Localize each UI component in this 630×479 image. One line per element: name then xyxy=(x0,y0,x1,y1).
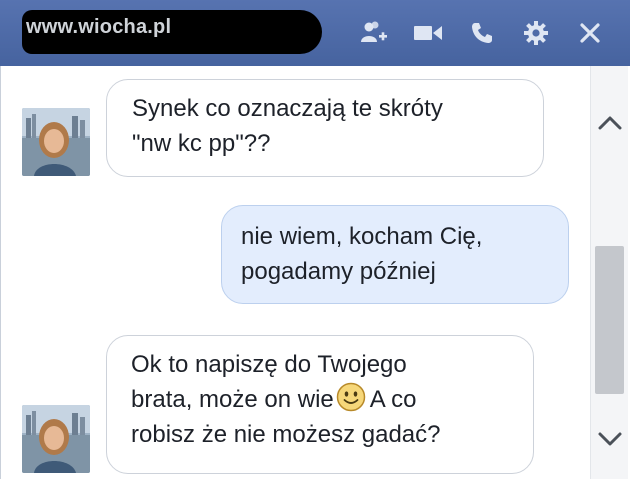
message-bubble-received: Synek co oznaczają te skróty "nw kc pp"?… xyxy=(106,79,544,177)
message-line: nie wiem, kocham Cię, xyxy=(241,223,483,250)
voice-call-icon[interactable] xyxy=(464,19,500,47)
contact-avatar[interactable] xyxy=(22,405,90,473)
titlebar-actions xyxy=(338,19,608,47)
message-line-with-emoji: brata, może on wie A co xyxy=(131,382,533,417)
message-bubble-received: Ok to napiszę do Twojego brata, może on … xyxy=(106,335,534,474)
message-line: pogadamy później xyxy=(241,258,436,285)
close-icon[interactable] xyxy=(572,19,608,47)
message-line: Synek co oznaczają te skróty xyxy=(132,95,443,122)
chat-titlebar: www.wiocha.pl xyxy=(0,0,630,66)
message-line: Ok to napiszę do Twojego xyxy=(131,351,407,378)
message-line: "nw kc pp"?? xyxy=(132,130,271,157)
scrollbar[interactable] xyxy=(590,66,628,479)
watermark: www.wiocha.pl xyxy=(26,16,172,38)
message-line: robisz że nie możesz gadać? xyxy=(131,421,441,448)
message-bubble-sent: nie wiem, kocham Cię, pogadamy później xyxy=(221,205,569,304)
gear-icon[interactable] xyxy=(518,19,554,47)
message-text: A co xyxy=(369,386,417,413)
contact-avatar[interactable] xyxy=(22,108,90,176)
scrollbar-thumb[interactable] xyxy=(595,246,624,394)
chevron-up-icon[interactable] xyxy=(591,106,629,140)
video-call-icon[interactable] xyxy=(410,19,446,47)
smiley-face-icon xyxy=(336,382,366,412)
add-friend-icon[interactable] xyxy=(356,19,392,47)
message-list: Synek co oznaczają te skróty "nw kc pp"?… xyxy=(1,66,590,479)
chevron-down-icon[interactable] xyxy=(591,422,629,456)
message-text: brata, może on wie xyxy=(131,386,334,413)
